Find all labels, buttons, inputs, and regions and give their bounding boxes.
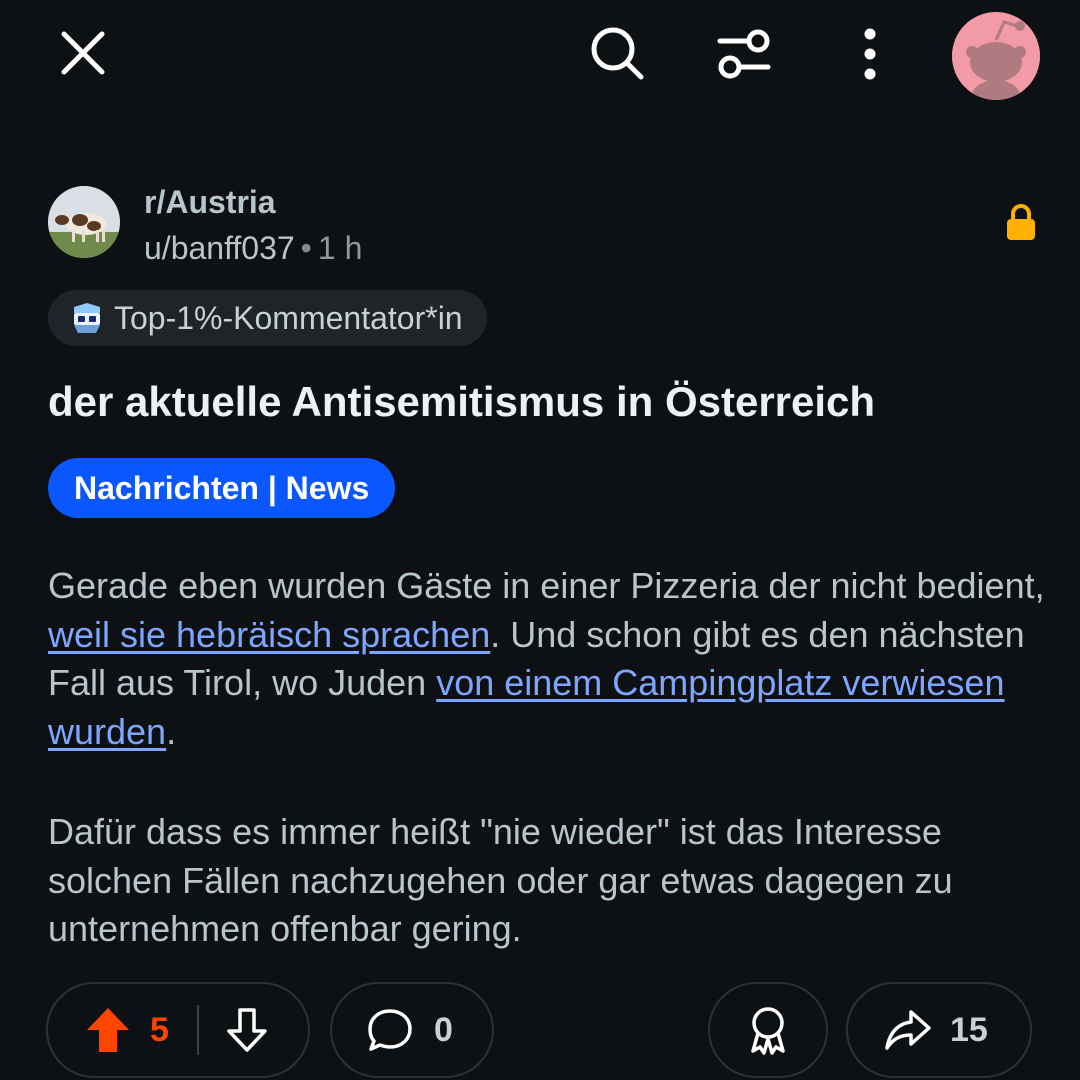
subreddit-name[interactable]: r/Austria (144, 184, 276, 221)
award-icon (751, 1007, 785, 1055)
filter-button[interactable] (712, 22, 776, 86)
post-time: 1 h (317, 230, 363, 266)
post-title: der aktuelle Antisemitismus in Österreic… (48, 378, 876, 425)
upvote-count: 5 (150, 1010, 169, 1049)
filter-icon (717, 29, 771, 79)
comment-count: 0 (434, 1010, 453, 1049)
cow-image (48, 186, 120, 258)
subreddit-avatar[interactable] (48, 186, 120, 258)
user-badge[interactable]: Top-1%-Kommentator*in (48, 290, 487, 346)
post-body: Gerade eben wurden Gäste in einer Pizzer… (48, 562, 1048, 954)
badge-label: Top-1%-Kommentator*in (114, 299, 463, 336)
share-button[interactable]: 15 (846, 982, 1032, 1078)
vote-divider (196, 1005, 199, 1055)
search-icon (591, 27, 644, 80)
post-flair[interactable]: Nachrichten | News (48, 458, 396, 518)
post-header: r/Austria u/banff037 • 1 h (48, 184, 1038, 267)
more-icon (864, 28, 876, 80)
post-meta: u/banff037 • 1 h (144, 230, 362, 267)
upvote-button[interactable] (84, 1004, 132, 1056)
close-icon (61, 31, 105, 75)
body-paragraph-2: Dafür dass es immer heißt "nie wieder" i… (48, 811, 953, 949)
comments-button[interactable]: 0 (330, 982, 494, 1078)
vote-pill: 5 (46, 982, 310, 1078)
body-paragraph-1: Gerade eben wurden Gäste in einer Pizzer… (48, 562, 1048, 756)
meta-separator: • (300, 230, 312, 266)
author-name[interactable]: u/banff037 (144, 230, 295, 266)
share-icon (885, 1010, 931, 1050)
search-button[interactable] (586, 22, 648, 84)
downvote-button[interactable] (223, 1004, 271, 1056)
body-text-span: . (166, 710, 177, 752)
user-avatar-button[interactable] (952, 12, 1040, 100)
user-avatar (952, 12, 1040, 100)
link-hebraeisch[interactable]: weil sie hebräisch sprachen (48, 614, 490, 655)
body-text-span: Gerade eben wurden Gäste in einer Pizzer… (48, 565, 1045, 606)
comment-icon (368, 1009, 412, 1051)
share-count: 15 (950, 1010, 988, 1049)
close-button[interactable] (52, 22, 114, 84)
lock-icon (1007, 204, 1035, 240)
upvote-icon (87, 1008, 129, 1052)
flair-label: Nachrichten | News (74, 469, 370, 506)
top-commenter-badge-icon (74, 303, 100, 333)
award-button[interactable] (708, 982, 828, 1078)
top-bar (0, 0, 1080, 110)
more-options-button[interactable] (850, 22, 890, 86)
downvote-icon (227, 1008, 267, 1052)
